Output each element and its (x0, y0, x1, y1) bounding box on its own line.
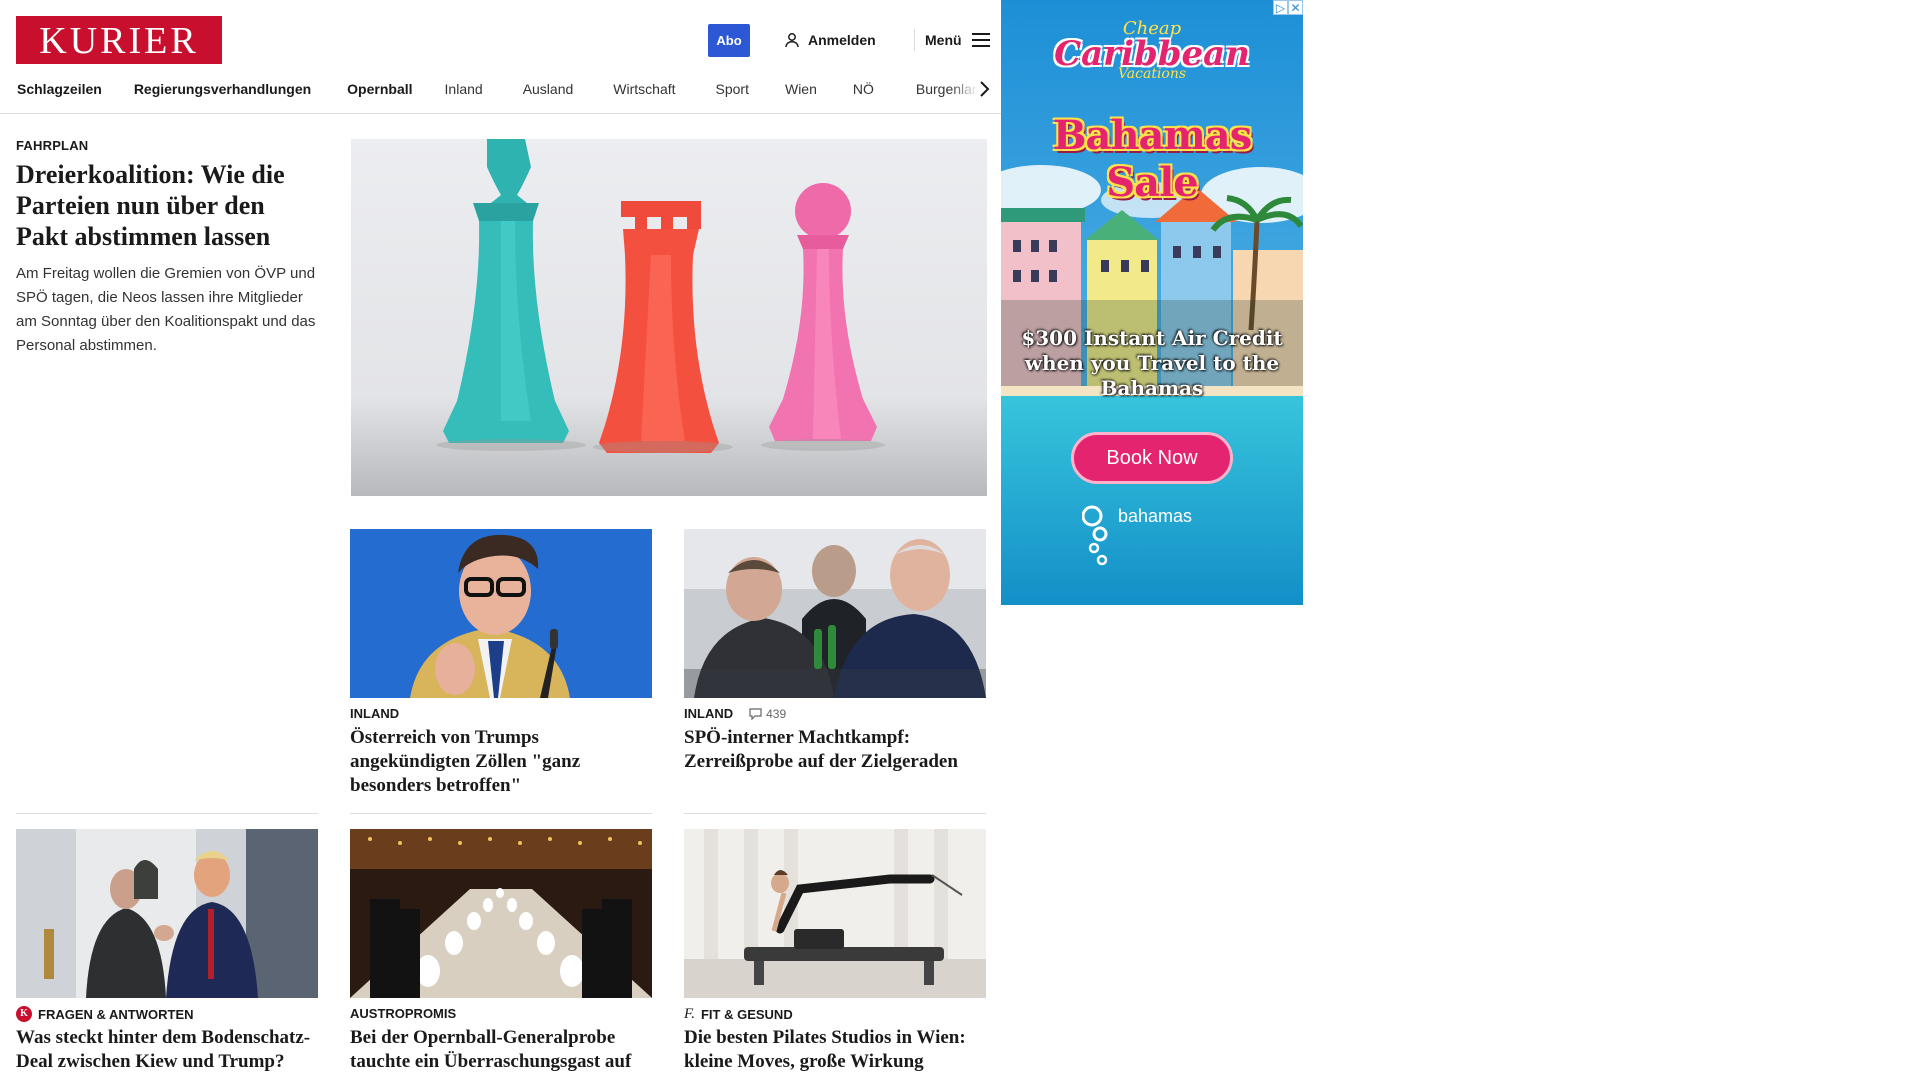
article-kicker-label: FRAGEN & ANTWORTEN (38, 1006, 194, 1022)
ad-headline: Bahamas Sale (1052, 112, 1253, 206)
divider (684, 813, 986, 814)
ad-controls: ▷ ✕ (1273, 0, 1303, 15)
article-kicker: INLAND 439 (684, 706, 786, 721)
nav-item-schlagzeilen[interactable]: Schlagzeilen (0, 81, 118, 97)
article-title[interactable]: Österreich von Trumps angekündigten Zöll… (350, 726, 654, 798)
user-icon (785, 33, 799, 48)
chevron-right-icon[interactable] (976, 80, 992, 98)
header-divider (914, 29, 915, 51)
lead-kicker: FAHRPLAN (16, 138, 89, 153)
article-kicker-label: FIT & GESUND (700, 1007, 793, 1022)
comment-count[interactable]: 439 (749, 707, 786, 721)
nav-item-wien[interactable]: Wien (765, 81, 833, 97)
article-kicker-label: INLAND (684, 706, 734, 721)
menu-button[interactable]: Menü (925, 28, 990, 52)
nav-item-noe[interactable]: NÖ (833, 81, 890, 97)
nav-item-ausland[interactable]: Ausland (499, 81, 590, 97)
ad-logo-text: bahamas (1118, 506, 1193, 526)
nav-item-inland[interactable]: Inland (429, 81, 499, 97)
nav-item-regierungsverhandlungen[interactable]: Regierungsverhandlungen (118, 81, 327, 97)
article-kicker: INLAND (350, 706, 400, 721)
ad-choices-icon[interactable]: ▷ (1273, 0, 1288, 15)
kurier-logo[interactable]: KURIER (16, 16, 222, 64)
comment-count-value: 439 (766, 706, 787, 721)
article-image-politicians[interactable] (684, 529, 986, 698)
lead-teaser: Am Freitag wollen die Gremien von ÖVP un… (16, 265, 316, 354)
nav-item-opernball[interactable]: Opernball (327, 81, 428, 97)
login-button[interactable]: Anmelden (784, 28, 876, 52)
lead-article[interactable]: FAHRPLAN Dreierkoalition: Wie die Partei… (16, 138, 316, 358)
abo-button[interactable]: Abo (708, 24, 750, 57)
article-title[interactable]: Bei der Opernball-Generalprobe tauchte e… (350, 1026, 654, 1074)
advertisement[interactable]: ▷ ✕ Cheap Caribbean Vacations Bahamas Sa… (1001, 0, 1303, 605)
article-kicker: f. FIT & GESUND (684, 1006, 793, 1023)
article-title[interactable]: Was steckt hinter dem Bodenschatz-Deal z… (16, 1026, 320, 1074)
article-kicker: AUSTROPROMIS (350, 1006, 457, 1021)
menu-label: Menü (925, 32, 962, 48)
comment-icon (749, 707, 762, 720)
divider (16, 813, 318, 814)
divider (350, 813, 652, 814)
fit-gesund-icon: f. (684, 1006, 695, 1022)
ad-sub-line: Vacations (1117, 66, 1187, 82)
article-image-pilates[interactable] (684, 829, 986, 998)
ad-book-now-button[interactable]: Book Now (1071, 432, 1233, 484)
bubbles-icon (1082, 505, 1108, 566)
nav-item-sport[interactable]: Sport (692, 81, 765, 97)
lead-image-chess-pieces[interactable] (351, 139, 987, 496)
article-image-handshake[interactable] (16, 829, 318, 998)
login-label: Anmelden (808, 32, 876, 48)
site-header: KURIER Abo Anmelden Menü Schlagzeilen Re… (0, 0, 1004, 114)
kurier-k-badge-icon: K (16, 1006, 32, 1022)
article-kicker: K FRAGEN & ANTWORTEN (16, 1006, 194, 1022)
nav-item-wirtschaft[interactable]: Wirtschaft (589, 81, 691, 97)
lead-title[interactable]: Dreierkoalition: Wie die Parteien nun üb… (16, 159, 316, 252)
article-title[interactable]: Die besten Pilates Studios in Wien: klei… (684, 1026, 988, 1074)
ad-offer: $300 Instant Air Credit when you Travel … (1021, 326, 1283, 400)
article-image-opernball[interactable] (350, 829, 652, 998)
article-image-speaker[interactable] (350, 529, 652, 698)
hamburger-icon (971, 33, 990, 47)
section-nav: Schlagzeilen Regierungsverhandlungen Ope… (0, 78, 990, 100)
ad-close-icon[interactable]: ✕ (1288, 0, 1303, 15)
article-title[interactable]: SPÖ-interner Machtkampf: Zerreißprobe au… (684, 726, 988, 774)
